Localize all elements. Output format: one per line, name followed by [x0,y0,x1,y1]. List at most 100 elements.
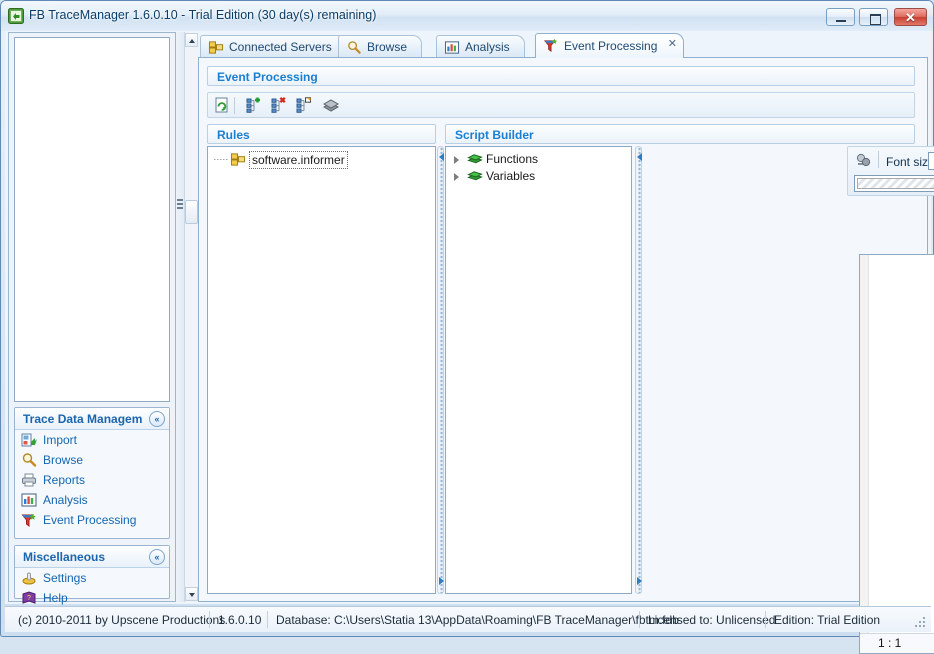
tree-node-label: Functions [486,152,539,166]
title-bar[interactable]: FB TraceManager 1.6.0.10 - Trial Edition… [1,1,933,31]
sidebar-item-event-processing[interactable]: Event Processing [15,510,169,530]
collapse-right-icon[interactable] [439,577,444,585]
sidebar-item-reports[interactable]: Reports [15,470,169,490]
script-builder-header: Script Builder [445,124,915,144]
nav-group-header: Trace Data Managem « [15,408,169,430]
expand-arrow-icon[interactable] [454,156,459,164]
status-divider [639,611,640,628]
tab-analysis[interactable]: Analysis [436,35,525,58]
rules-script-splitter[interactable] [437,146,444,594]
sidebar-item-label: Analysis [43,493,88,507]
left-panel-scrollbar[interactable] [184,32,198,602]
tab-event-processing[interactable]: Event Processing ✕ [535,33,685,58]
tree-delete-icon[interactable] [269,96,289,115]
sidebar-item-help[interactable]: ? Help [15,588,169,608]
toolbar-separator [234,97,235,114]
svg-text:?: ? [27,595,31,602]
color-selector-dropdown[interactable] [854,175,934,192]
status-edition: Edition: Trial Edition [774,613,881,627]
sidebar-item-analysis[interactable]: Analysis [15,490,169,510]
tab-label: Analysis [465,40,510,54]
printer-icon [21,472,37,488]
editor-toolbar: Font size 10 Color selector [847,146,934,196]
status-version: 1.6.0.10 [218,613,262,627]
close-button[interactable]: ✕ [894,8,927,26]
tab-label: Connected Servers [229,40,332,54]
tree-node-label: software.informer [249,151,348,169]
books-icon [467,152,483,167]
stack-icon[interactable] [321,96,341,115]
collapse-left-icon[interactable] [439,153,444,161]
tab-label: Browse [367,40,408,54]
nav-group-header: Miscellaneous « [15,546,169,568]
font-size-input[interactable]: 10 [928,152,934,170]
splitter-dots [638,147,641,593]
application-window: FB TraceManager 1.6.0.10 - Trial Edition… [0,0,934,654]
client-area: Trace Data Managem « Import Browse Repor… [5,31,934,654]
sidebar-item-import[interactable]: Import [15,430,169,450]
left-panel-splitter[interactable] [176,32,184,602]
status-database: Database: C:\Users\Statia 13\AppData\Roa… [276,613,679,627]
scrollbar-thumb[interactable] [185,200,198,224]
script-editor-splitter[interactable] [635,146,642,594]
tab-area: Connected Servers Browse Analysis Event … [198,32,934,654]
sidebar-item-settings[interactable]: Settings [15,568,169,588]
funnel-icon [21,512,37,528]
editor-status-bar: 1 : 1 [860,633,934,653]
tab-connected-servers[interactable]: Connected Servers [200,35,347,58]
tab-browse[interactable]: Browse [338,35,423,58]
tree-edit-icon[interactable] [294,96,314,115]
nav-empty-region [14,37,170,402]
collapse-left-icon[interactable] [637,153,642,161]
tab-body: Event Processing Rules software.informer… [198,57,934,654]
import-icon [21,432,37,448]
gear-knob-icon [21,570,37,586]
editor-caret-position: 1 : 1 [878,636,902,650]
minimize-button[interactable] [826,8,855,26]
tab-strip: Connected Servers Browse Analysis Event … [198,32,928,58]
magnifier-icon [21,452,37,468]
sidebar-item-label: Event Processing [43,513,137,527]
sidebar-item-label: Reports [43,473,86,487]
maximize-button[interactable] [859,8,888,26]
nav-group-miscellaneous: Miscellaneous « Settings ? Help [14,545,170,605]
nav-group-title: Miscellaneous [23,550,106,564]
sidebar-item-label: Settings [43,571,87,585]
page-title: Event Processing [207,66,915,86]
sidebar-item-label: Import [43,433,78,447]
window-title: FB TraceManager 1.6.0.10 - Trial Edition… [29,8,377,22]
scroll-down-icon[interactable] [185,587,198,601]
sidebar-item-label: Help [43,591,68,605]
scroll-up-icon[interactable] [185,33,198,47]
chart-icon [21,492,37,508]
splitter-grip [177,197,183,211]
collapse-icon[interactable]: « [149,411,165,427]
editor-text-area[interactable] [870,255,934,633]
chart-icon [444,40,460,55]
rules-toolbar [207,92,915,118]
magnifier-icon [346,40,362,55]
font-format-icon[interactable] [854,151,874,170]
sidebar-item-browse[interactable]: Browse [15,450,169,470]
toolbar-separator [878,151,879,168]
script-code-editor[interactable]: 1 : 1 [859,254,934,654]
status-divider [267,611,268,628]
font-size-label: Font size [886,155,934,169]
refresh-doc-icon[interactable] [212,96,232,115]
left-navigation-panel: Trace Data Managem « Import Browse Repor… [8,32,176,605]
collapse-right-icon[interactable] [637,577,642,585]
script-builder-tree[interactable]: Functions Variables [445,146,632,594]
resize-grip-icon[interactable] [915,617,927,629]
collapse-icon[interactable]: « [149,549,165,565]
rules-tree[interactable]: software.informer [207,146,436,594]
tree-add-icon[interactable] [244,96,264,115]
close-icon: ✕ [905,10,916,25]
help-book-icon: ? [21,590,37,606]
status-bar: (c) 2010-2011 by Upscene Productions 1.6… [5,606,931,632]
rules-panel-header: Rules [207,124,436,144]
books-icon [467,169,483,184]
close-icon[interactable]: ✕ [666,39,678,51]
expand-arrow-icon[interactable] [454,173,459,181]
nav-group-title: Trace Data Managem [23,412,143,426]
tab-label: Event Processing [564,39,658,53]
